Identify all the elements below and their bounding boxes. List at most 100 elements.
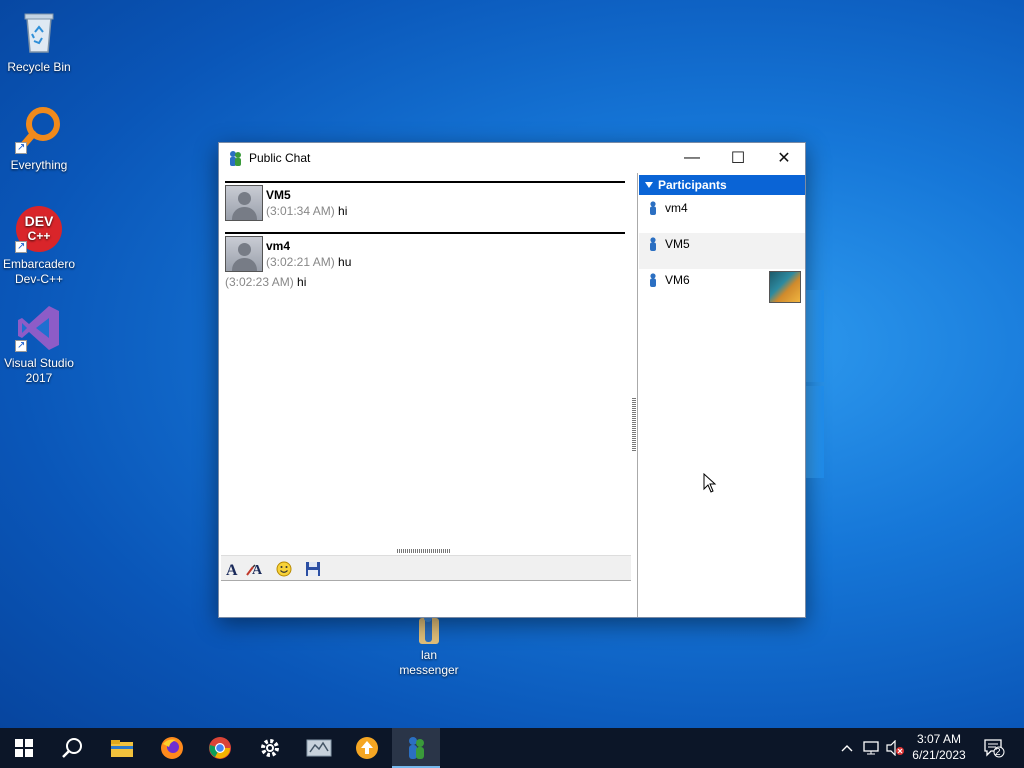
desktop-icon-label: lan [420,648,437,662]
lan-messenger-icon [228,150,242,166]
close-button[interactable]: ✕ [761,143,807,173]
search-icon [62,738,82,758]
file-explorer-icon [111,740,133,757]
taskbar: 3:07 AM 6/21/2023 2 [0,728,1024,768]
smiley-icon[interactable] [274,559,294,579]
taskbar-file-explorer[interactable] [98,728,146,768]
message-text: hu [338,255,352,269]
participant-avatar [769,271,801,303]
desktop-icon-label: Everything [10,158,68,172]
desktop-icon-lan-messenger[interactable]: lan messenger [391,614,467,678]
message-timestamp: (3:02:21 AM) [266,255,335,269]
network-app-icon [306,739,332,757]
font-icon[interactable]: A [223,559,243,579]
taskbar-firefox[interactable] [148,728,196,768]
message-timestamp: (3:02:23 AM) [225,275,294,289]
shortcut-arrow-icon [15,140,27,155]
participants-pane: Participants vm4 VM5 VM6 [639,175,805,617]
chevron-up-icon [841,745,853,752]
user-status-icon [649,201,657,215]
clock-date: 6/21/2023 [912,748,966,762]
chrome-icon [209,737,231,759]
message-line: (3:02:23 AM) hi [225,275,306,289]
save-icon[interactable] [303,559,323,579]
desktop-icon-label-2: 2017 [25,371,53,385]
message-line: (3:01:34 AM) hi [266,204,347,218]
collapse-arrow-icon [645,182,653,188]
desktop-icon-label-2: messenger [399,663,459,677]
message-input[interactable] [221,583,631,617]
visual-studio-icon [15,304,63,353]
notification-icon [984,739,1005,758]
participant-item[interactable]: VM5 [639,233,805,269]
participants-header[interactable]: Participants [639,175,805,195]
desktop-icon-label: Embarcadero [2,257,76,271]
desktop-icon-everything[interactable]: Everything [1,106,77,173]
pane-divider[interactable] [637,173,638,617]
chat-pane: VM5 (3:01:34 AM) hi vm4 (3:02:21 AM) hu … [219,173,637,617]
horizontal-splitter-handle[interactable] [397,549,451,553]
message-text: hi [338,204,348,218]
notification-count-badge: 2 [995,747,1001,758]
desktop-icon-recycle-bin[interactable]: Recycle Bin [1,8,77,75]
shortcut-arrow-icon [15,239,27,254]
firefox-icon [161,737,183,759]
lan-messenger-icon [409,737,424,759]
participant-name: vm4 [665,201,688,215]
lan-messenger-icon [405,614,453,644]
participant-item[interactable]: vm4 [639,197,805,233]
maximize-button[interactable]: ☐ [715,143,761,173]
volume-tray-button[interactable] [884,728,906,768]
recycle-bin-icon [15,8,63,56]
message-history[interactable]: VM5 (3:01:34 AM) hi vm4 (3:02:21 AM) hu … [219,173,631,547]
window-title: Public Chat [249,151,311,165]
clock-time: 3:07 AM [916,732,962,746]
message-text: hi [297,275,307,289]
desktop-icon-label: Recycle Bin [7,60,71,74]
everything-search-icon [15,106,63,155]
taskbar-network-app[interactable] [295,728,343,768]
minimize-button[interactable]: — [669,143,715,173]
settings-icon [261,739,279,757]
taskbar-upload-app[interactable] [343,728,391,768]
taskbar-chrome[interactable] [196,728,244,768]
svg-text:A: A [252,563,263,577]
start-button[interactable] [0,728,48,768]
font-color-icon[interactable]: A [245,559,265,579]
format-toolbar: A A [221,555,631,581]
search-button[interactable] [48,728,96,768]
network-tray-button[interactable] [861,728,881,768]
taskbar-settings[interactable] [246,728,294,768]
title-bar[interactable]: Public Chat — ☐ ✕ [219,143,805,173]
show-hidden-icons-button[interactable] [838,728,856,768]
user-status-icon [649,273,657,287]
svg-text:C++: C++ [28,229,51,243]
public-chat-window[interactable]: Public Chat — ☐ ✕ VM5 (3:01:34 AM) hi vm… [218,142,806,618]
message-sender: vm4 [266,239,291,253]
shortcut-arrow-icon [15,338,27,353]
mouse-cursor-icon [703,473,717,493]
start-icon [15,739,33,757]
message-timestamp: (3:01:34 AM) [266,204,335,218]
vertical-splitter-handle[interactable] [632,398,636,452]
desktop-icon-visual-studio[interactable]: Visual Studio 2017 [1,304,77,386]
volume-muted-icon [886,740,904,756]
svg-text:A: A [226,562,238,577]
message-group: vm4 (3:02:21 AM) hu (3:02:23 AM) hi [225,232,625,290]
message-sender: VM5 [266,188,291,202]
svg-text:DEV: DEV [25,213,54,229]
taskbar-lan-messenger[interactable] [392,728,440,768]
desktop-icon-label: Visual Studio [4,356,74,370]
participant-name: VM6 [665,273,690,287]
upload-app-icon [356,737,378,759]
user-status-icon [649,237,657,251]
action-center-button[interactable]: 2 [980,728,1008,768]
participant-item[interactable]: VM6 [639,269,805,305]
desktop-icon-dev-cpp[interactable]: DEV C++ Embarcadero Dev-C++ [1,205,77,287]
participant-name: VM5 [665,237,690,251]
network-icon [863,741,879,755]
message-group: VM5 (3:01:34 AM) hi [225,181,625,225]
avatar [225,185,263,221]
dev-cpp-icon: DEV C++ [15,205,63,254]
taskbar-clock[interactable]: 3:07 AM 6/21/2023 [906,731,972,763]
